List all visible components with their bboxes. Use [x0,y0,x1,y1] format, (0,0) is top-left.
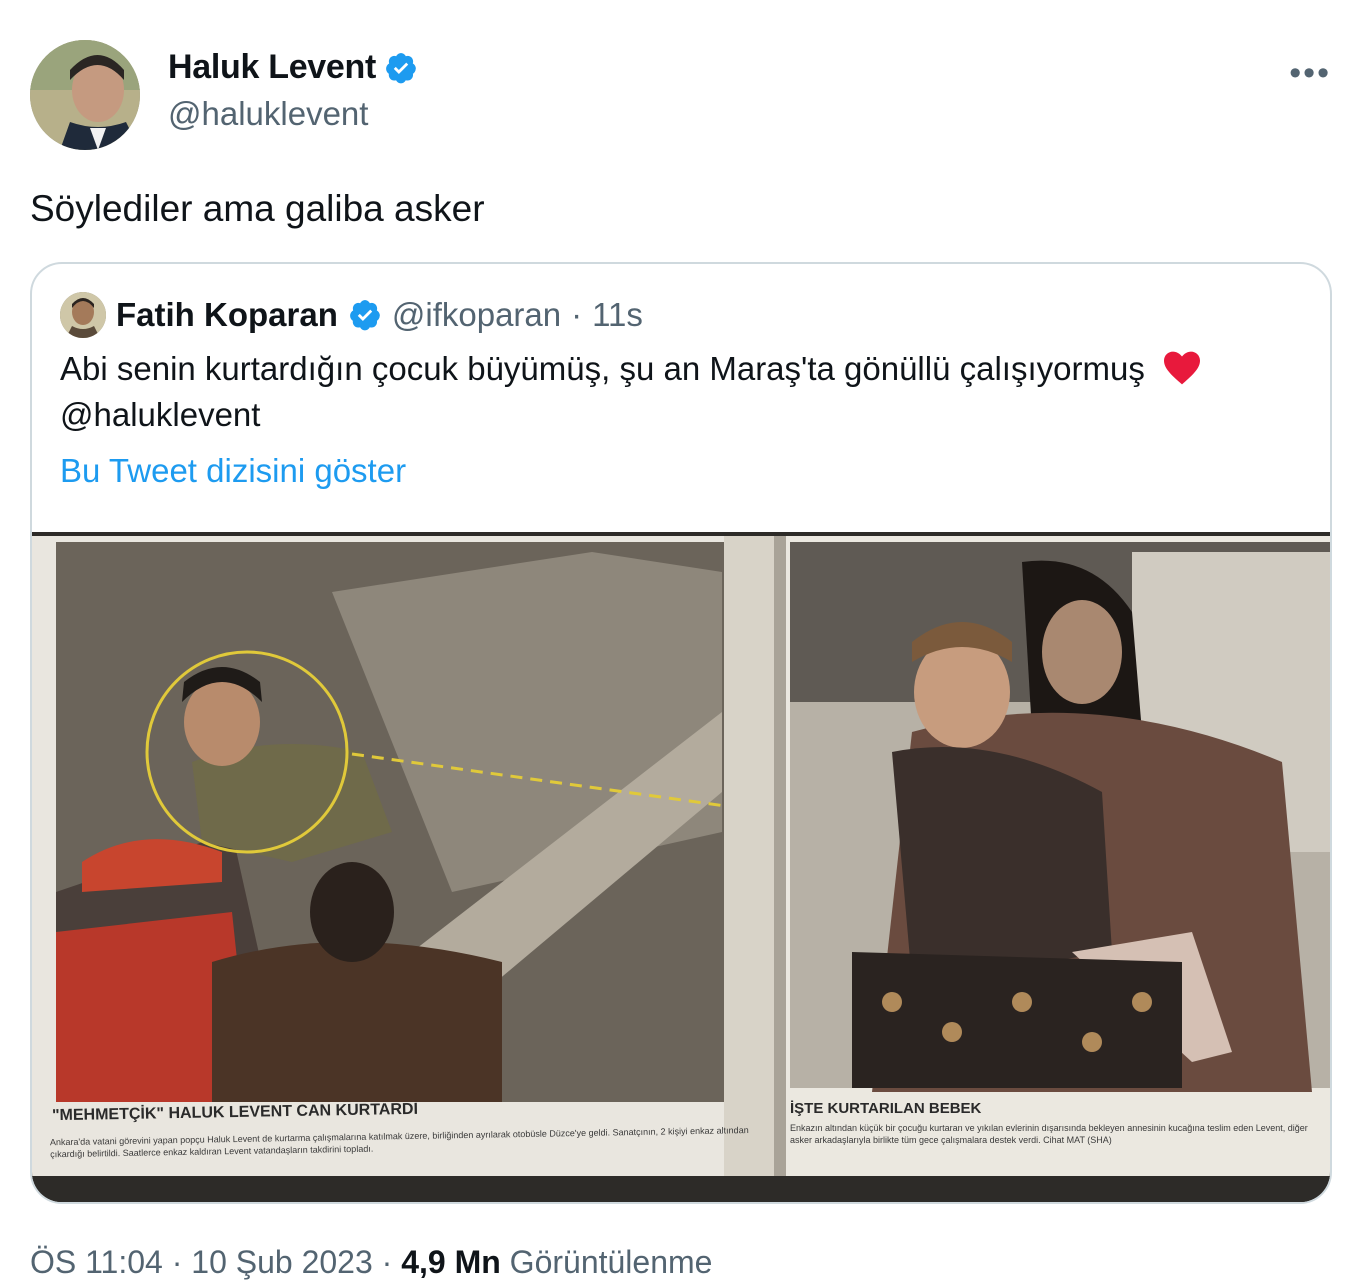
quoted-tweet-header: Fatih Koparan @ifkoparan · 11s [60,292,643,338]
meta-dot-1: · [171,1244,183,1280]
quoted-author-handle[interactable]: @ifkoparan [392,296,561,334]
tweet-meta-footer: ÖS 11:04 · 10 Şub 2023 · 4,9 Mn Görüntül… [30,1244,712,1281]
quoted-text-line1: Abi senin kurtardığın çocuk büyümüş, şu … [60,350,1145,387]
meta-dot-2: · [381,1244,393,1280]
tweet-time[interactable]: ÖS 11:04 [30,1244,163,1280]
quoted-tweet-photo[interactable]: "MEHMETÇİK" HALUK LEVENT CAN KURTARDI An… [32,532,1330,1202]
quoted-separator: · [571,296,583,333]
author-avatar-image [30,40,140,150]
author-avatar[interactable] [30,40,140,150]
heart-emoji-icon [1164,351,1200,385]
more-options-icon[interactable]: ••• [1289,54,1331,93]
quoted-tweet-card[interactable]: Fatih Koparan @ifkoparan · 11s Abi senin… [30,262,1332,1204]
quoted-tweet-text: Abi senin kurtardığın çocuk büyümüş, şu … [60,346,1300,438]
views-label[interactable]: Görüntülenme [510,1244,713,1280]
author-name-text: Haluk Levent [168,48,377,86]
quoted-author-avatar-image [60,292,106,338]
right-caption-title: İŞTE KURTARILAN BEBEK [790,1100,982,1117]
author-handle[interactable]: @haluklevent [168,95,368,133]
tweet-text: Söylediler ama galiba asker [30,188,485,229]
quoted-time[interactable]: 11s [592,296,643,334]
quoted-verified-badge-icon [349,300,380,331]
views-count[interactable]: 4,9 Mn [401,1244,501,1280]
show-thread-link[interactable]: Bu Tweet dizisini göster [60,452,406,490]
quoted-mention[interactable]: @haluklevent [60,396,260,433]
quoted-author-name[interactable]: Fatih Koparan [116,296,338,334]
quoted-author-avatar[interactable] [60,292,106,338]
verified-badge-icon [386,52,416,83]
tweet-date[interactable]: 10 Şub 2023 [191,1244,373,1280]
right-caption-body: Enkazın altından küçük bir çocuğu kurtar… [790,1123,1308,1145]
author-name[interactable]: Haluk Levent [168,48,418,87]
